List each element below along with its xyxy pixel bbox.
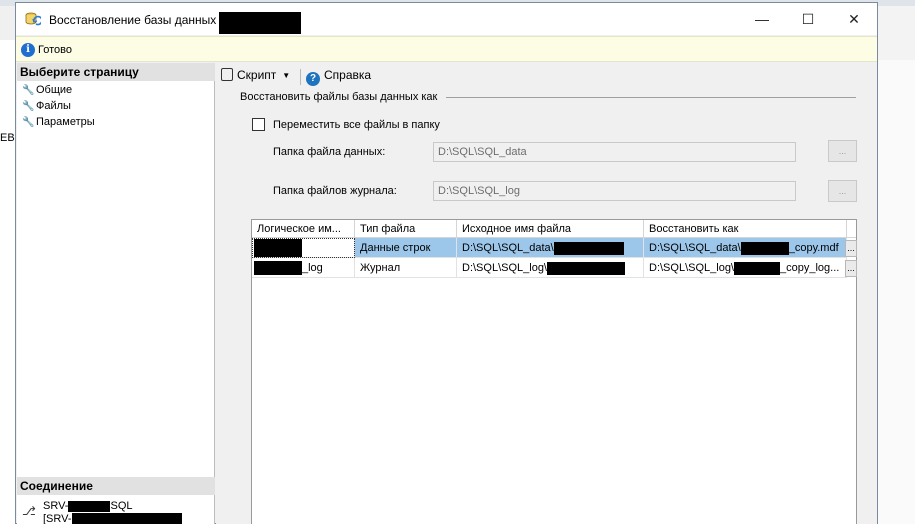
connection-server-suffix: SQL [110, 500, 133, 512]
restore-path: D:\SQL\SQL_log\ [649, 262, 734, 274]
chevron-down-icon[interactable]: ▼ [282, 71, 290, 80]
connection-user-prefix: [SRV- [43, 513, 72, 524]
toolbar-separator [300, 69, 301, 85]
connection-server-prefix: SRV- [43, 500, 69, 512]
page-item-label: Общие [36, 84, 73, 96]
redacted-file-name [553, 241, 624, 255]
cell-original-file[interactable]: D:\SQL\SQL_log\ [457, 258, 644, 278]
restore-path: D:\SQL\SQL_data\ [649, 242, 741, 254]
close-button[interactable]: ✕ [831, 3, 877, 35]
files-grid[interactable]: Логическое им... Тип файла Исходное имя … [251, 219, 857, 524]
page-item-options[interactable]: 🔧 Параметры [22, 115, 95, 130]
select-page-header: Выберите страницу [17, 63, 215, 81]
restore-suffix: _copy.mdf [788, 242, 839, 254]
wrench-icon: 🔧 [22, 101, 35, 112]
connection-server: SRV- SQL [43, 500, 133, 512]
script-icon [221, 68, 233, 81]
data-folder-field[interactable]: D:\SQL\SQL_data [433, 142, 796, 162]
redacted-database-name [219, 12, 301, 34]
logical-name-suffix: _log [302, 262, 323, 274]
page-item-label: Файлы [36, 100, 71, 112]
column-header-restore-as[interactable]: Восстановить как [644, 220, 847, 238]
original-path: D:\SQL\SQL_data\ [462, 242, 554, 254]
cell-logical-name[interactable]: _log [252, 258, 355, 278]
restore-as-browse-button[interactable]: ... [845, 260, 857, 277]
redacted-server-name [68, 500, 111, 512]
page-item-files[interactable]: 🔧 Файлы [22, 99, 71, 114]
background-right-area [878, 60, 915, 524]
cell-file-type[interactable]: Данные строк [355, 238, 457, 258]
cell-file-type[interactable]: Журнал [355, 258, 457, 278]
toolbar: Скрипт ▼ ? Справка [216, 65, 877, 86]
minimize-button[interactable]: — [739, 3, 785, 35]
cell-restore-as[interactable]: D:\SQL\SQL_data\ _copy.mdf [644, 238, 847, 258]
column-header-original-file[interactable]: Исходное имя файла [457, 220, 644, 238]
script-button[interactable]: Скрипт ▼ [221, 68, 290, 82]
redacted-logical-name [254, 261, 302, 276]
checkbox-box[interactable] [252, 118, 265, 131]
help-label: Справка [324, 68, 372, 82]
title-bar: Восстановление базы данных - — ☐ ✕ [16, 3, 877, 35]
table-row[interactable]: Данные строк D:\SQL\SQL_data\ D:\SQL\SQL… [252, 238, 857, 258]
redacted-file-name [547, 261, 625, 275]
section-title: Восстановить файлы базы данных как [240, 91, 438, 103]
restore-database-icon [25, 12, 41, 26]
connection-icon: ⎇ [22, 504, 36, 518]
table-row[interactable]: _log Журнал D:\SQL\SQL_log\ D:\SQL\SQL_l… [252, 258, 857, 278]
redacted-login [71, 513, 182, 524]
script-label: Скрипт [237, 68, 277, 82]
cell-logical-name[interactable] [252, 238, 355, 258]
status-bar: i Готово [16, 36, 877, 62]
original-path: D:\SQL\SQL_log\ [462, 262, 547, 274]
wrench-icon: 🔧 [22, 117, 35, 128]
column-header-logical-name[interactable]: Логическое им... [252, 220, 355, 238]
page-selector-pane: Выберите страницу 🔧 Общие 🔧 Файлы 🔧 Парамет… [17, 63, 215, 524]
connection-user: [SRV- [43, 513, 182, 524]
maximize-button[interactable]: ☐ [785, 3, 831, 35]
restore-database-dialog: Восстановление базы данных - — ☐ ✕ i Гот… [15, 2, 878, 524]
log-folder-browse-button[interactable]: ... [828, 180, 857, 202]
cell-original-file[interactable]: D:\SQL\SQL_data\ [457, 238, 644, 258]
wrench-icon: 🔧 [22, 85, 35, 96]
log-folder-label: Папка файлов журнала: [273, 185, 397, 197]
restore-as-browse-button[interactable]: ... [845, 240, 857, 257]
redacted-logical-name [254, 239, 302, 257]
help-button[interactable]: ? Справка [306, 68, 371, 86]
section-divider [446, 97, 856, 98]
help-icon: ? [306, 72, 320, 86]
connection-header: Соединение [17, 477, 215, 495]
checkbox-label: Переместить все файлы в папку [273, 119, 440, 131]
grid-header: Логическое им... Тип файла Исходное имя … [252, 220, 856, 238]
window-title: Восстановление базы данных - [49, 13, 224, 27]
files-page: Скрипт ▼ ? Справка Восстановить файлы базы… [216, 63, 877, 524]
log-folder-field[interactable]: D:\SQL\SQL_log [433, 181, 796, 201]
relocate-all-files-checkbox[interactable]: Переместить все файлы в папку [252, 118, 440, 131]
restore-suffix: _copy_log... [780, 262, 840, 274]
background-left-panel: EBI [0, 40, 18, 524]
redacted-file-name [740, 241, 789, 255]
page-item-label: Параметры [36, 116, 95, 128]
column-header-file-type[interactable]: Тип файла [355, 220, 457, 238]
redacted-file-name [734, 261, 780, 275]
status-text: Готово [38, 44, 72, 56]
data-folder-browse-button[interactable]: ... [828, 140, 857, 162]
cell-restore-as[interactable]: D:\SQL\SQL_log\ _copy_log... [644, 258, 847, 278]
data-folder-label: Папка файла данных: [273, 146, 386, 158]
info-icon: i [21, 43, 35, 57]
page-item-general[interactable]: 🔧 Общие [22, 83, 72, 98]
